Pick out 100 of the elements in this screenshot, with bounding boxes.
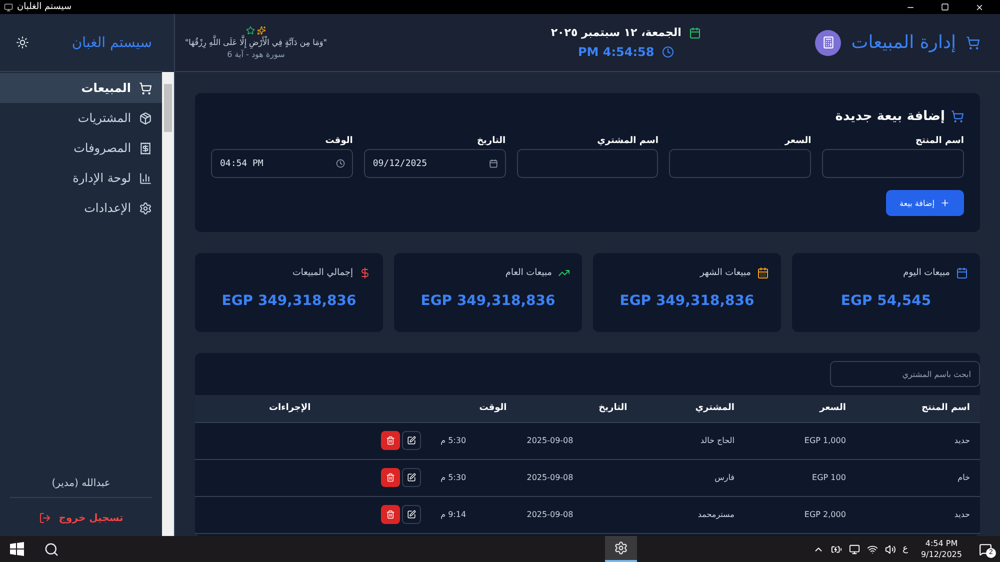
column-header: الإجراءات (195, 395, 431, 422)
volume-icon[interactable] (884, 544, 896, 554)
table-cell: 9:14 م (430, 496, 517, 533)
table-cell: EGP 100 (744, 459, 856, 496)
sun-icon (16, 36, 29, 49)
taskbar-clock[interactable]: 4:54 PM 9/12/2025 (914, 538, 968, 560)
quote-source: سورة هود - آية 6 (227, 50, 285, 59)
trash-icon (386, 473, 395, 482)
battery-icon[interactable] (830, 544, 842, 554)
table-cell: فارس (637, 459, 744, 496)
cart-icon (966, 36, 980, 50)
table-cell: EGP 2,000 (744, 496, 856, 533)
gear-icon (614, 541, 628, 555)
table-cell: 2025-09-08 (516, 496, 638, 533)
bar-chart-icon (139, 172, 152, 184)
logout-icon (38, 512, 51, 524)
table-cell: حديد (856, 422, 980, 459)
language-indicator[interactable]: ع (902, 544, 908, 554)
app-icon (4, 2, 13, 12)
table-cell: 5:30 م (430, 459, 517, 496)
receipt-icon (139, 142, 152, 154)
calendar-icon (689, 26, 702, 38)
stat-label: مبيعات اليوم (903, 268, 950, 278)
taskbar-app-button[interactable] (605, 536, 638, 562)
box-icon (139, 112, 152, 124)
column-header: التاريخ (516, 395, 638, 422)
edit-button[interactable] (402, 431, 421, 450)
delete-button[interactable] (380, 431, 400, 450)
field-label: السعر (784, 136, 812, 146)
form-title: إضافة بيعة جديدة (835, 109, 945, 124)
user-name: عبدالله (مدير) (10, 470, 152, 498)
edit-button[interactable] (402, 505, 421, 524)
stat-value: EGP 349,318,836 (220, 293, 358, 309)
field-label: الوقت (324, 136, 353, 146)
date-text: الجمعة، ١٢ سبتمبر ٢٠٢٥ (550, 26, 682, 39)
clock-icon (662, 46, 674, 58)
delete-button[interactable] (380, 505, 400, 524)
logout-button[interactable]: تسجيل خروج (0, 508, 162, 528)
calculator-icon (822, 36, 835, 49)
stat-value: EGP 54,545 (840, 293, 932, 309)
delete-button[interactable] (380, 468, 400, 487)
sidebar-item[interactable]: المبيعات (0, 73, 162, 103)
edit-icon (406, 473, 416, 482)
stat-label: مبيعات الشهر (700, 268, 751, 278)
sparkle-icon (256, 26, 266, 35)
column-header: الوقت (430, 395, 517, 422)
window-title: سيستم الغلبان (17, 2, 72, 12)
edit-icon (406, 510, 416, 519)
search-icon (44, 542, 59, 556)
column-header: السعر (744, 395, 856, 422)
input-field[interactable]: 09/12/2025 (364, 149, 506, 178)
input-field[interactable]: 04:54 PM (211, 149, 353, 178)
scrollbar[interactable] (162, 72, 174, 536)
maximize-icon (941, 2, 949, 10)
sidebar-item[interactable]: الإعدادات (0, 193, 162, 223)
table-cell: مسترمحمد (637, 496, 744, 533)
add-sale-button[interactable]: إضافة بيعة (886, 190, 964, 216)
plus-icon (940, 198, 950, 208)
cart-icon (139, 82, 152, 94)
sidebar-item[interactable]: لوحة الإدارة (0, 163, 162, 193)
field-label: التاريخ (476, 136, 506, 146)
stat-label: إجمالي المبيعات (292, 268, 353, 278)
close-button[interactable] (975, 2, 984, 12)
brand-name: سيستم الغبان (72, 34, 152, 50)
stat-value: EGP 349,318,836 (420, 293, 556, 309)
edit-icon (406, 436, 416, 445)
table-cell: 5:30 م (430, 422, 517, 459)
clock-time: PM 4:54:58 (578, 45, 654, 59)
windows-icon (10, 542, 24, 556)
page-title: إدارة المبيعات (851, 32, 956, 53)
theme-toggle-button[interactable] (16, 36, 29, 49)
trash-icon (386, 510, 395, 519)
settings-icon (139, 202, 152, 214)
clock-icon[interactable] (336, 159, 345, 168)
table-cell: الحاج خالد (637, 422, 744, 459)
stat-label: مبيعات العام (505, 268, 552, 278)
stat-value: EGP 349,318,836 (618, 293, 756, 309)
sidebar-item[interactable]: المصروفات (0, 133, 162, 163)
input-field[interactable] (822, 149, 964, 178)
sidebar-item[interactable]: المشتريات (0, 103, 162, 133)
table-cell: خام (856, 459, 980, 496)
cart-icon (951, 110, 964, 123)
monitor-icon[interactable] (848, 544, 860, 554)
column-header: المشتري (637, 395, 744, 422)
field-label: اسم المشتري (596, 136, 658, 146)
table-cell: 2025-09-08 (516, 459, 638, 496)
input-field[interactable] (516, 149, 658, 178)
search-button[interactable] (44, 542, 59, 556)
search-field[interactable]: ابحث باسم المشتري (830, 361, 980, 387)
start-button[interactable] (10, 542, 24, 556)
input-field[interactable] (669, 149, 812, 178)
column-header: اسم المنتج (856, 395, 980, 422)
edit-button[interactable] (402, 468, 421, 487)
calendar-icon[interactable] (488, 159, 498, 168)
trash-icon (386, 436, 395, 445)
field-label: اسم المنتج (914, 136, 964, 146)
maximize-button[interactable] (941, 2, 949, 12)
wifi-icon[interactable] (866, 544, 878, 554)
table-cell: EGP 1,000 (744, 422, 856, 459)
close-icon (975, 2, 984, 12)
